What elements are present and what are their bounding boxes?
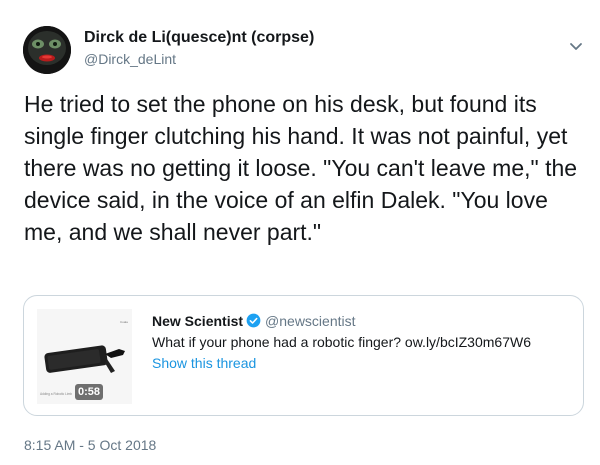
tweet-card: Dirck de Li(quesce)nt (corpse) @Dirck_de… [0, 0, 600, 465]
author-avatar[interactable] [23, 26, 71, 74]
svg-text:Cuala: Cuala [120, 320, 128, 324]
svg-text:Adding a Robotic Limb: Adding a Robotic Limb [40, 392, 72, 396]
quoted-author-handle[interactable]: @newscientist [265, 313, 355, 329]
tweet-menu-button[interactable] [566, 36, 586, 56]
quoted-tweet[interactable]: Cuala Adding a Robotic Limb 0:58 New Sci… [23, 295, 584, 416]
chevron-down-icon [570, 43, 582, 50]
tweet-text: He tried to set the phone on his desk, b… [24, 91, 578, 245]
author-name[interactable]: Dirck de Li(quesce)nt (corpse) [84, 28, 314, 48]
quoted-header: New Scientist @newscientist [152, 312, 356, 332]
show-thread-link[interactable]: Show this thread [152, 354, 256, 372]
verified-badge-icon [246, 313, 261, 332]
quoted-author-name[interactable]: New Scientist [152, 313, 243, 329]
author-handle[interactable]: @Dirck_deLint [84, 50, 176, 68]
quoted-tweet-text: What if your phone had a robotic finger?… [152, 334, 531, 350]
avatar-face-icon [23, 26, 71, 74]
video-thumbnail[interactable]: Cuala Adding a Robotic Limb 0:58 [37, 309, 132, 404]
video-duration: 0:58 [75, 384, 104, 400]
tweet-timestamp[interactable]: 8:15 AM - 5 Oct 2018 [24, 436, 156, 454]
